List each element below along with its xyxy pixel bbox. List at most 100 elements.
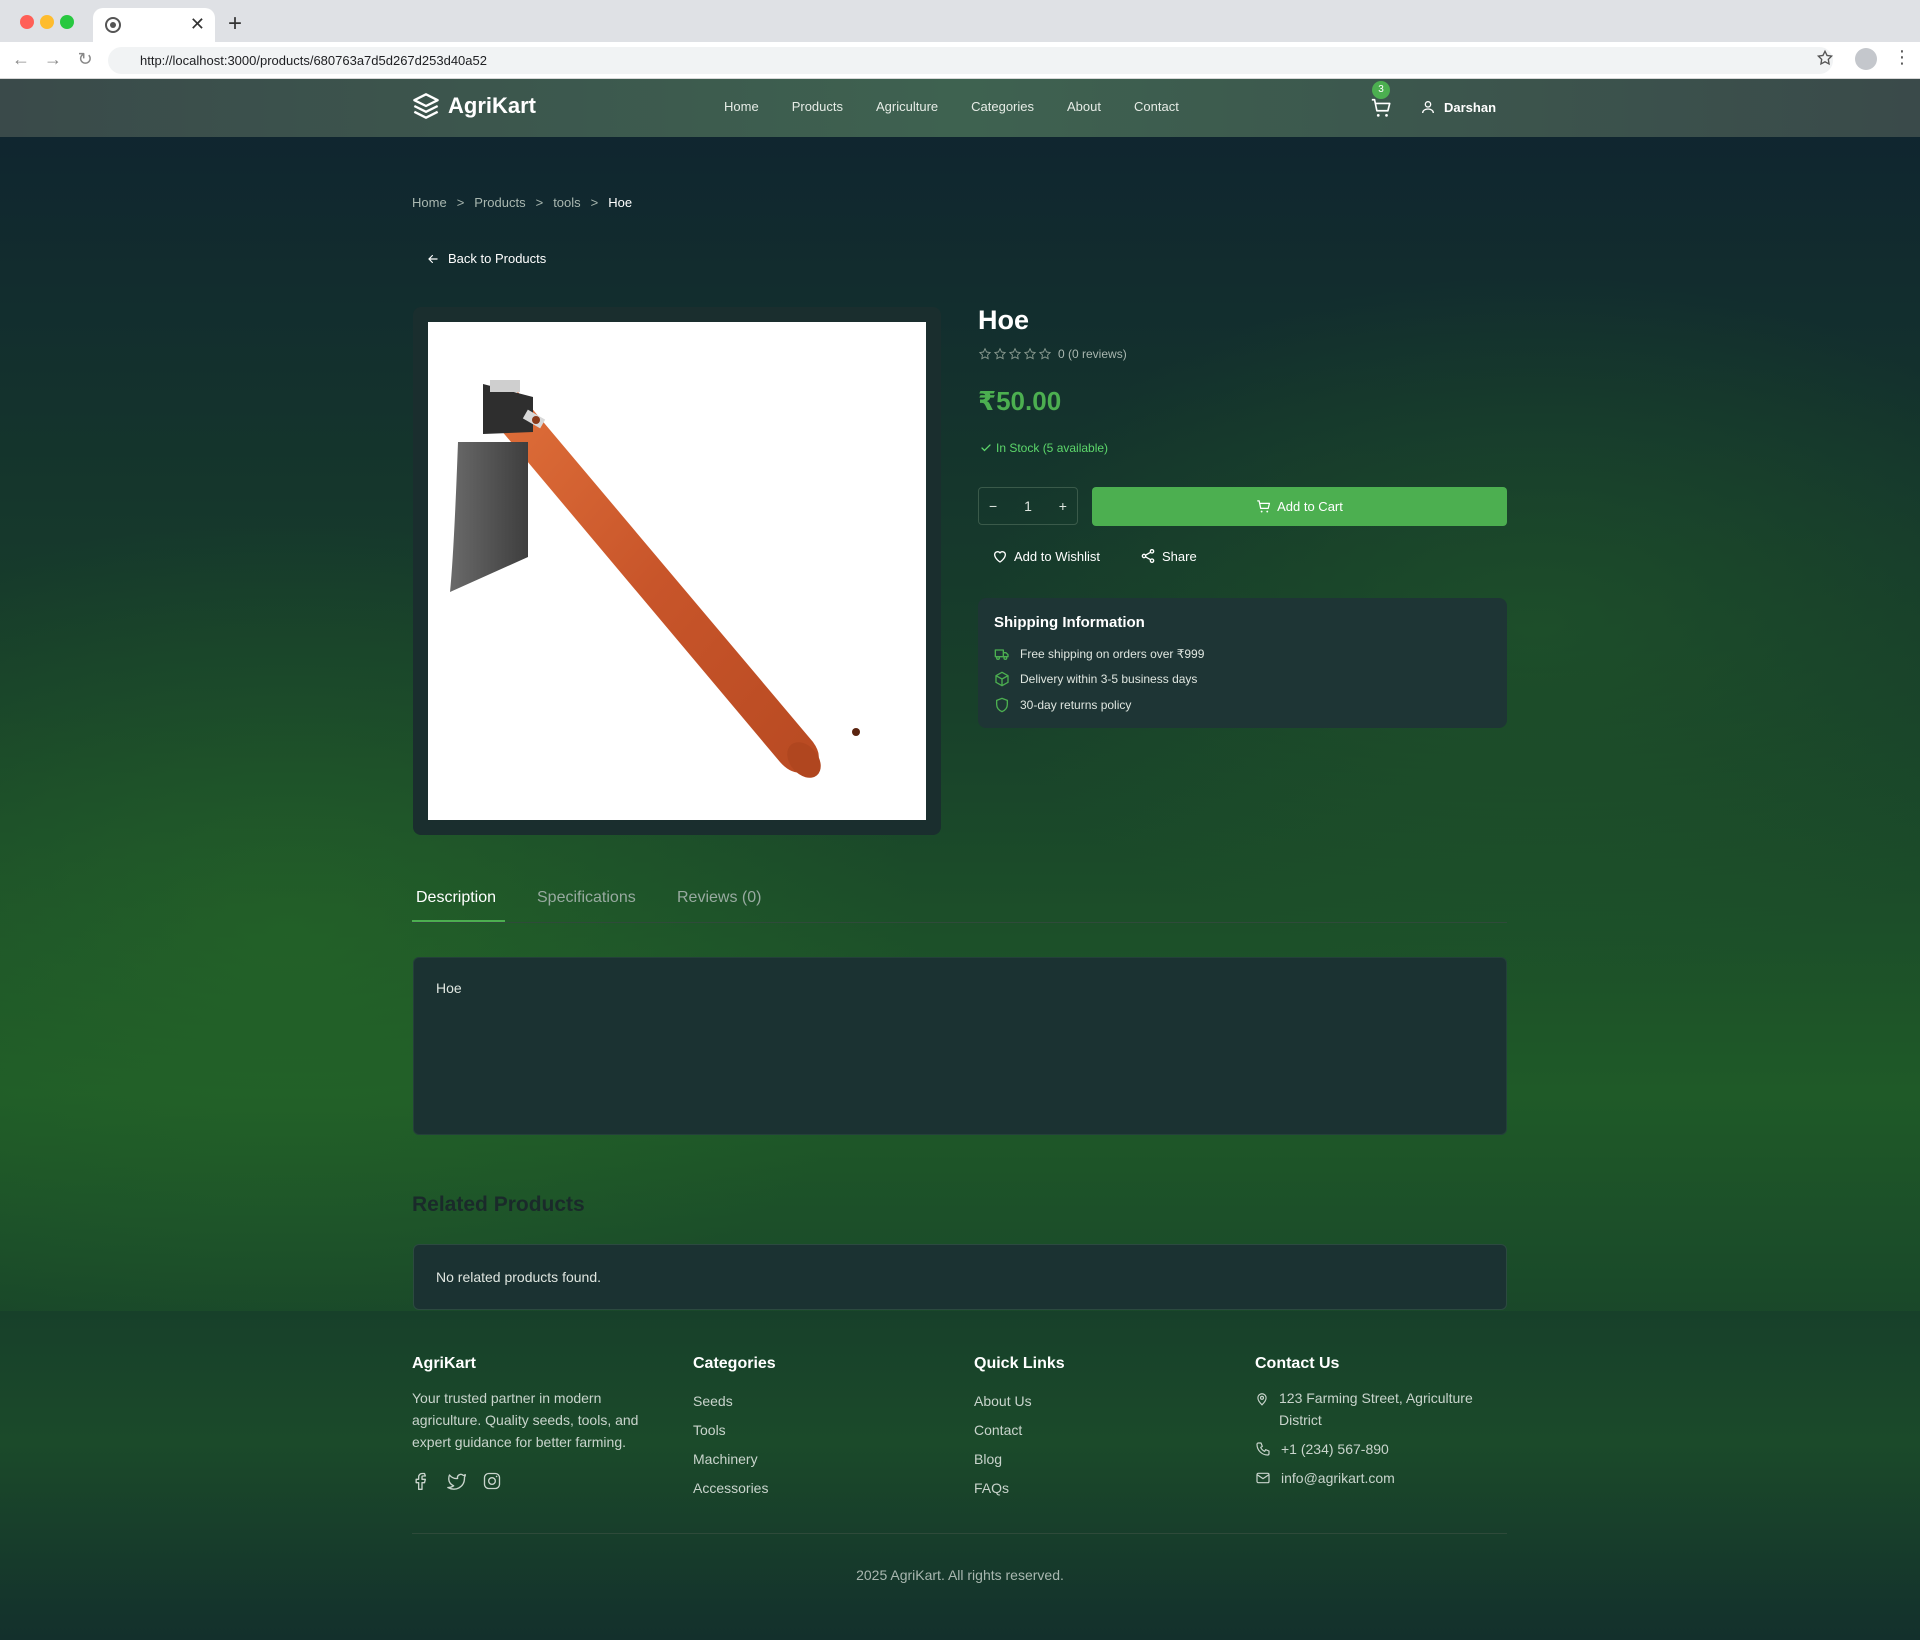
footer-link-accessories[interactable]: Accessories: [693, 1474, 776, 1503]
footer-link-faqs[interactable]: FAQs: [974, 1474, 1065, 1503]
browser-menu-icon[interactable]: ⋮: [1893, 47, 1911, 68]
share-icon: [1141, 549, 1155, 563]
footer-contact: Contact Us 123 Farming Street, Agricultu…: [1255, 1355, 1515, 1496]
footer-link-about-us[interactable]: About Us: [974, 1387, 1065, 1416]
breadcrumb-separator: >: [456, 195, 465, 210]
product-image[interactable]: [428, 322, 926, 820]
forward-arrow-icon[interactable]: →: [42, 48, 64, 70]
bookmark-star-icon[interactable]: [1816, 49, 1834, 67]
page: AgriKart Home Products Agriculture Categ…: [0, 79, 1920, 1640]
breadcrumb-home[interactable]: Home: [412, 195, 447, 210]
contact-address: 123 Farming Street, Agriculture District: [1255, 1387, 1515, 1431]
star-icon: [978, 347, 992, 360]
footer-contact-title: Contact Us: [1255, 1355, 1340, 1372]
site-header: AgriKart Home Products Agriculture Categ…: [0, 79, 1920, 137]
arrow-left-icon: [428, 254, 438, 263]
facebook-icon[interactable]: [412, 1471, 432, 1491]
product-image-card: [413, 307, 941, 835]
quantity-stepper: − 1 +: [978, 487, 1078, 525]
breadcrumb-current: Hoe: [608, 195, 633, 210]
nav-about[interactable]: About: [1067, 99, 1101, 114]
description-text: Hoe: [436, 980, 462, 996]
url-text[interactable]: http://localhost:3000/products/680763a7d…: [140, 53, 487, 68]
qty-increase-button[interactable]: +: [1059, 498, 1067, 514]
contact-email: info@agrikart.com: [1255, 1467, 1515, 1489]
nav-agriculture[interactable]: Agriculture: [876, 99, 938, 114]
reload-icon[interactable]: ↻: [74, 48, 96, 70]
new-tab-button[interactable]: +: [228, 10, 242, 38]
user-name: Darshan: [1444, 99, 1497, 115]
footer-about-text: Your trusted partner in modern agricultu…: [412, 1390, 639, 1450]
instagram-icon[interactable]: [482, 1471, 502, 1491]
star-icon: [1038, 347, 1052, 360]
related-empty-text: No related products found.: [436, 1269, 601, 1285]
back-to-products-link[interactable]: Back to Products: [426, 251, 546, 266]
add-to-cart-button[interactable]: Add to Cart: [1092, 487, 1507, 526]
shipping-item: Free shipping on orders over ₹999: [994, 646, 1204, 662]
tab-description[interactable]: Description: [416, 889, 496, 907]
layers-logo-icon: [413, 93, 439, 119]
close-window-button[interactable]: [20, 15, 34, 29]
breadcrumb-separator: >: [590, 195, 599, 210]
footer-link-tools[interactable]: Tools: [693, 1416, 776, 1445]
phone-icon: [1256, 1442, 1270, 1456]
profile-avatar-icon[interactable]: [1855, 48, 1877, 70]
product-title: Hoe: [978, 305, 1030, 335]
tab-close-icon[interactable]: ✕: [190, 14, 205, 34]
wishlist-label: Add to Wishlist: [1014, 548, 1100, 564]
footer-link-blog[interactable]: Blog: [974, 1445, 1065, 1474]
shield-icon: [996, 697, 1008, 713]
related-products-panel: No related products found.: [413, 1244, 1507, 1310]
stock-status: In Stock (5 available): [980, 441, 1108, 455]
breadcrumb-products[interactable]: Products: [474, 195, 525, 210]
contact-phone: +1 (234) 567-890: [1255, 1438, 1515, 1460]
contact-phone-text[interactable]: +1 (234) 567-890: [1281, 1438, 1389, 1460]
contact-email-text[interactable]: info@agrikart.com: [1281, 1467, 1395, 1489]
breadcrumb-tools[interactable]: tools: [553, 195, 580, 210]
shipping-info-panel: Shipping Information Free shipping on or…: [978, 598, 1507, 728]
tab-reviews[interactable]: Reviews (0): [677, 889, 761, 907]
cart-icon: [1257, 500, 1271, 513]
footer-link-contact[interactable]: Contact: [974, 1416, 1065, 1445]
footer-categories-title: Categories: [693, 1355, 776, 1372]
logo[interactable]: AgriKart: [412, 92, 536, 120]
nav-categories[interactable]: Categories: [971, 99, 1034, 114]
nav-contact[interactable]: Contact: [1134, 99, 1179, 114]
qty-value[interactable]: 1: [1024, 498, 1032, 514]
shipping-item-text: 30-day returns policy: [1020, 698, 1132, 712]
user-menu[interactable]: Darshan: [1420, 99, 1496, 115]
mail-icon: [1256, 1472, 1270, 1484]
share-button[interactable]: Share: [1140, 548, 1197, 564]
rating-text: 0 (0 reviews): [1058, 347, 1127, 361]
star-icon: [1008, 347, 1022, 360]
back-arrow-icon[interactable]: ←: [10, 48, 32, 70]
browser-tab-strip: ✕ +: [0, 0, 1920, 42]
rating-stars: [978, 347, 1052, 361]
nav-products[interactable]: Products: [792, 99, 843, 114]
tab-specifications[interactable]: Specifications: [537, 889, 636, 907]
stock-text: In Stock (5 available): [996, 441, 1109, 455]
browser-tab[interactable]: ✕: [93, 8, 215, 42]
twitter-icon[interactable]: [446, 1471, 468, 1491]
address-bar[interactable]: http://localhost:3000/products/680763a7d…: [108, 47, 1833, 74]
product-price: ₹50.00: [978, 386, 1062, 416]
description-panel: Hoe: [413, 957, 1507, 1135]
breadcrumb: Home > Products > tools > Hoe: [412, 195, 632, 210]
add-to-cart-label: Add to Cart: [1277, 499, 1343, 514]
browser-toolbar: ← → ↻ http://localhost:3000/products/680…: [0, 42, 1920, 79]
add-to-wishlist-button[interactable]: Add to Wishlist: [992, 548, 1100, 564]
logo-text: AgriKart: [448, 93, 537, 118]
chrome-icon: [105, 17, 121, 33]
maximize-window-button[interactable]: [60, 15, 74, 29]
qty-decrease-button[interactable]: −: [989, 498, 997, 514]
nav-home[interactable]: Home: [724, 99, 759, 114]
footer-link-seeds[interactable]: Seeds: [693, 1387, 776, 1416]
package-icon: [995, 671, 1009, 687]
footer-link-machinery[interactable]: Machinery: [693, 1445, 776, 1474]
rating: 0 (0 reviews): [978, 347, 1127, 361]
footer-quick-links-title: Quick Links: [974, 1355, 1065, 1372]
minimize-window-button[interactable]: [40, 15, 54, 29]
truck-icon: [994, 649, 1009, 660]
cart-icon[interactable]: [1370, 97, 1392, 119]
cart-count-badge: 3: [1372, 81, 1390, 99]
